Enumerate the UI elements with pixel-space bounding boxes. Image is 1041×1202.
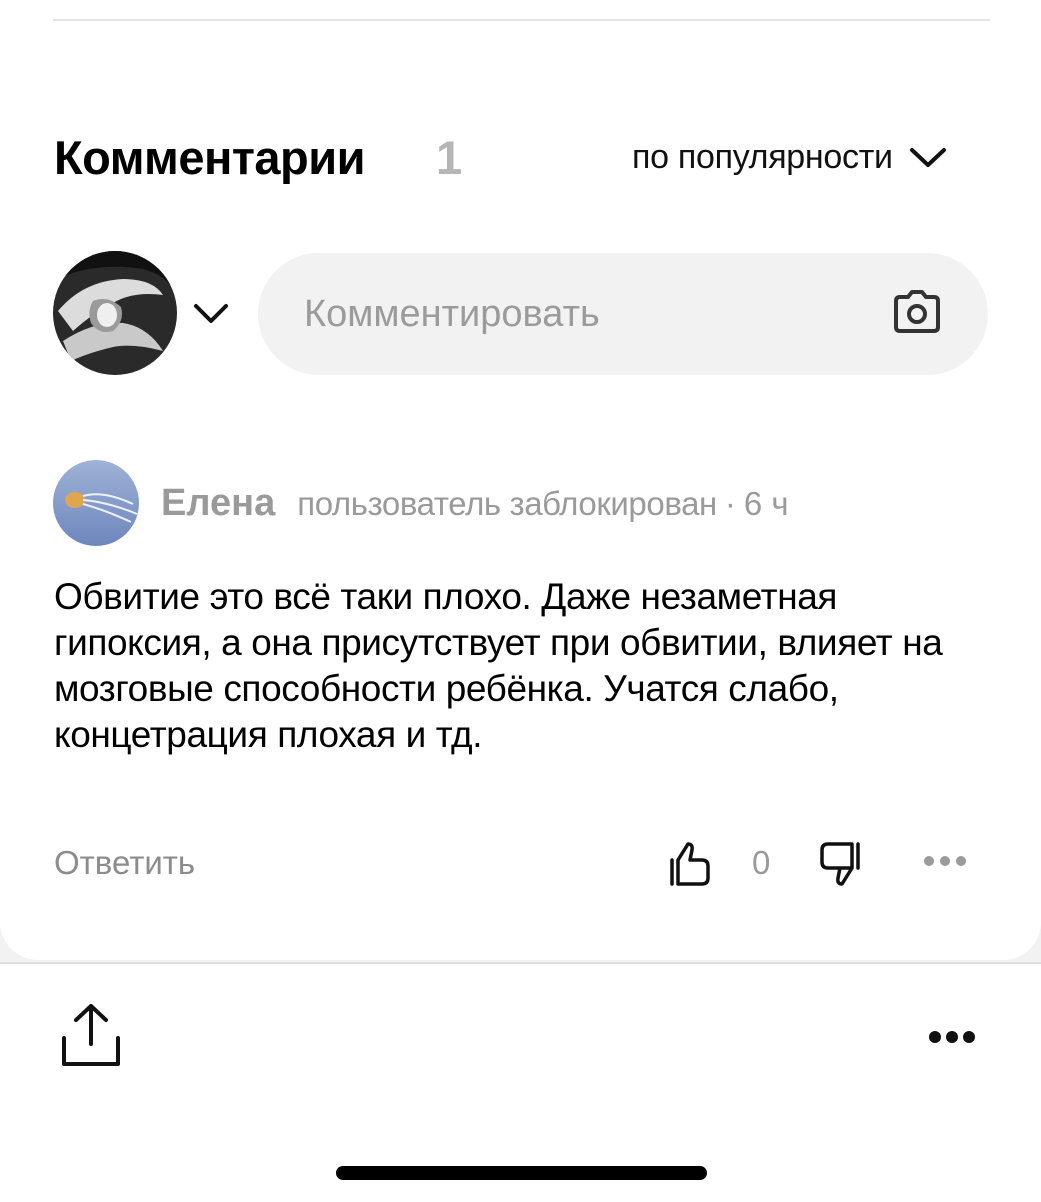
current-user-avatar[interactable] xyxy=(53,251,177,375)
comment-time: 6 ч xyxy=(743,485,789,522)
comment-meta: Елена пользователь заблокирован · 6 ч xyxy=(161,482,789,525)
account-chevron-down-icon[interactable] xyxy=(193,302,229,326)
home-indicator[interactable] xyxy=(336,1166,707,1180)
chevron-down-icon xyxy=(909,147,946,167)
thumbs-up-icon[interactable] xyxy=(666,840,714,888)
author-avatar[interactable] xyxy=(53,460,139,546)
author-status: пользователь заблокирован xyxy=(297,485,717,522)
comments-title: Комментарии xyxy=(54,131,366,184)
sort-label: по популярности xyxy=(632,138,893,176)
comment-text: Обвитие это всё таки плохо. Даже незамет… xyxy=(54,576,943,755)
comments-count: 1 xyxy=(436,131,463,184)
sort-dropdown[interactable]: по популярности xyxy=(632,138,947,177)
comment-input[interactable] xyxy=(302,291,866,337)
comment-input-field[interactable] xyxy=(258,253,988,375)
camera-icon[interactable] xyxy=(892,289,942,335)
divider xyxy=(53,19,990,21)
reply-button[interactable]: Ответить xyxy=(54,844,195,882)
author-name[interactable]: Елена xyxy=(161,482,275,525)
more-horizontal-icon[interactable] xyxy=(928,1030,976,1044)
like-count: 0 xyxy=(752,844,771,881)
comments-section: Комментарии 1 по популярности Комментиро… xyxy=(0,0,1041,960)
meta-separator: · xyxy=(724,485,736,522)
thumbs-down-icon[interactable] xyxy=(816,840,864,888)
more-horizontal-icon[interactable] xyxy=(922,854,968,868)
share-icon[interactable] xyxy=(60,1002,122,1068)
